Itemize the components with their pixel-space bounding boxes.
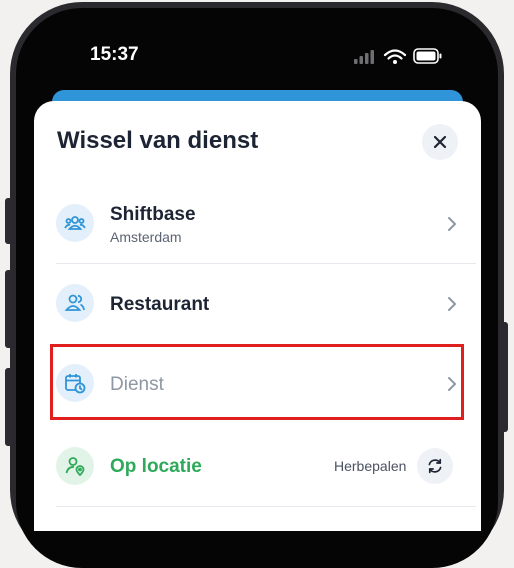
user-location-icon bbox=[56, 447, 94, 485]
phone-side-button bbox=[5, 368, 13, 446]
herbepalen-label[interactable]: Herbepalen bbox=[334, 458, 406, 474]
wifi-dot bbox=[393, 60, 397, 64]
users-icon bbox=[56, 284, 94, 322]
status-time: 15:37 bbox=[90, 44, 139, 65]
close-icon bbox=[433, 135, 447, 149]
chevron-right-icon bbox=[448, 297, 456, 311]
list-item-shiftbase[interactable]: Shiftbase Amsterdam bbox=[34, 190, 481, 260]
close-button[interactable] bbox=[422, 124, 458, 160]
list-item-restaurant[interactable]: Restaurant bbox=[34, 265, 481, 341]
list-item-op-locatie: Op locatie bbox=[34, 428, 481, 504]
chevron-right-icon bbox=[448, 217, 456, 231]
refresh-icon bbox=[428, 458, 442, 474]
phone-side-button bbox=[5, 198, 13, 244]
divider bbox=[56, 506, 476, 507]
row-sublabel: Amsterdam bbox=[110, 229, 182, 245]
phone-side-button bbox=[500, 322, 508, 432]
status-icons bbox=[354, 48, 442, 64]
team-icon bbox=[56, 204, 94, 242]
divider bbox=[56, 263, 476, 264]
battery-icon bbox=[413, 48, 442, 64]
row-label: Op locatie bbox=[110, 456, 202, 477]
highlight-box bbox=[50, 344, 464, 420]
wifi-icon bbox=[383, 49, 407, 60]
row-label: Shiftbase bbox=[110, 204, 196, 225]
row-label: Restaurant bbox=[110, 294, 210, 315]
refresh-button[interactable] bbox=[417, 448, 453, 484]
signal-icon bbox=[354, 50, 374, 64]
sheet-title: Wissel van dienst bbox=[57, 127, 259, 154]
phone-side-button bbox=[5, 270, 13, 348]
